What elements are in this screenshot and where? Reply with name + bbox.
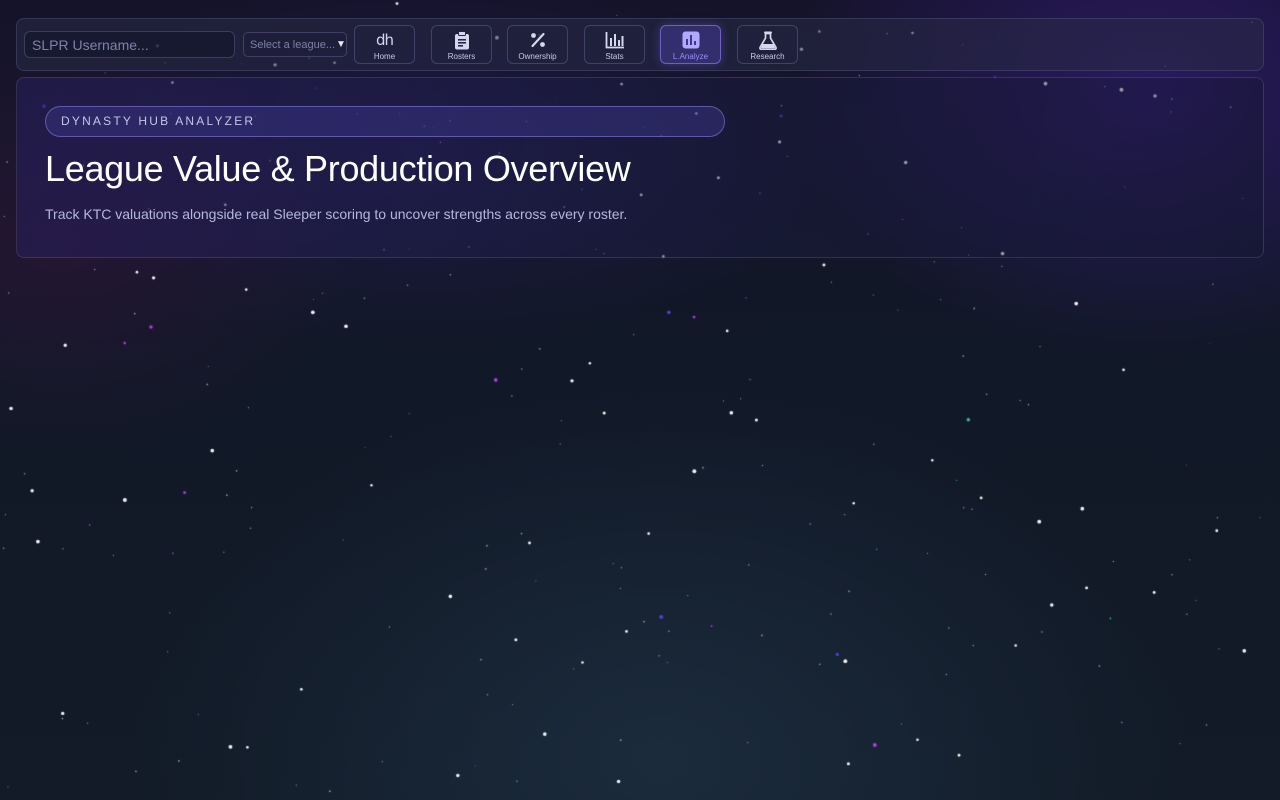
nav-home-button[interactable]: dh Home [354,25,415,64]
nav-home-label: Home [373,52,396,61]
dh-logo-icon: dh [375,31,394,49]
bar-chart-icon [605,30,625,50]
page-title: League Value & Production Overview [45,148,631,189]
clipboard-icon [454,30,470,50]
league-select[interactable]: Select a league... ▼ [243,32,347,57]
nav-l-analyze-button[interactable]: L.Analyze [660,25,721,64]
nav-stats-label: Stats [605,52,624,61]
eyebrow-badge: DYNASTY HUB ANALYZER [45,106,725,137]
nav-ownership-label: Ownership [518,52,557,61]
flask-icon [758,30,777,50]
league-select-value: Select a league... [250,38,336,51]
chevron-down-icon: ▼ [336,39,346,50]
nav-rosters-label: Rosters [447,52,476,61]
nav-l-analyze-label: L.Analyze [672,52,709,61]
analytics-icon [682,30,700,50]
hero-panel: DYNASTY HUB ANALYZER League Value & Prod… [16,77,1264,258]
top-navigation-bar: Select a league... ▼ dh Home Rosters [16,18,1264,71]
page-subtitle: Track KTC valuations alongside real Slee… [45,206,628,222]
nav-stats-button[interactable]: Stats [584,25,645,64]
percent-icon [530,30,546,50]
nav-rosters-button[interactable]: Rosters [431,25,492,64]
nav-research-button[interactable]: Research [737,25,798,64]
nav-research-label: Research [750,52,785,61]
nav-ownership-button[interactable]: Ownership [507,25,568,64]
username-input[interactable] [24,31,235,58]
